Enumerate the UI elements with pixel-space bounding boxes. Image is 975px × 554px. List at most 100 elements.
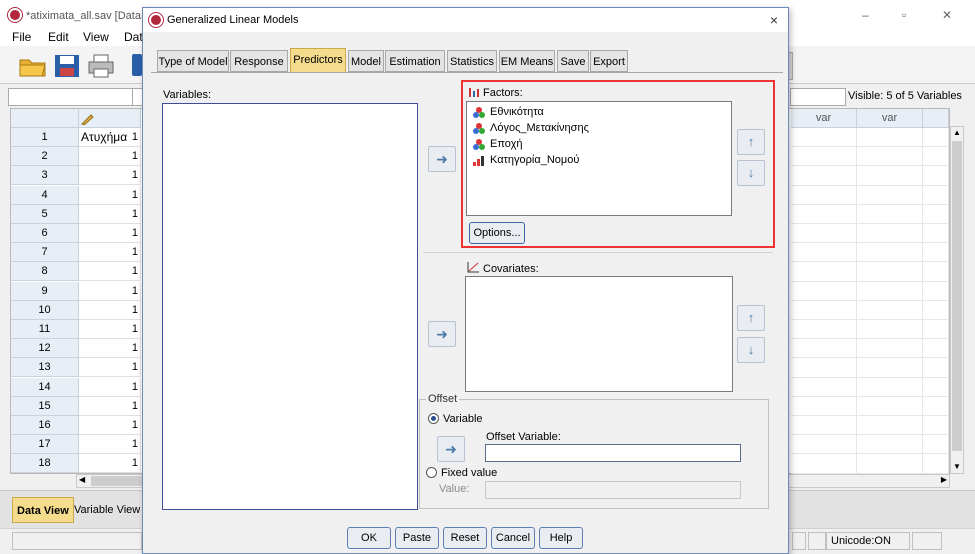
- empty-cell[interactable]: [923, 281, 949, 301]
- empty-cell[interactable]: [923, 416, 949, 436]
- covariate-move-up-button[interactable]: ↑: [737, 305, 765, 331]
- empty-cell[interactable]: [923, 204, 949, 224]
- row-header[interactable]: 3: [11, 166, 79, 186]
- row-header[interactable]: 13: [11, 358, 79, 378]
- empty-cell[interactable]: [857, 416, 923, 436]
- tab-export[interactable]: Export: [590, 50, 628, 72]
- empty-cell[interactable]: [791, 147, 857, 167]
- empty-cell[interactable]: [791, 281, 857, 301]
- empty-cell[interactable]: [923, 435, 949, 455]
- menu-file[interactable]: File: [12, 30, 31, 44]
- empty-cell[interactable]: [791, 262, 857, 282]
- data-cell[interactable]: 1: [79, 147, 141, 167]
- empty-cell[interactable]: [791, 185, 857, 205]
- tab-type-of-model[interactable]: Type of Model: [157, 50, 229, 72]
- tab-em-means[interactable]: EM Means: [499, 50, 555, 72]
- row-header[interactable]: 14: [11, 377, 79, 397]
- empty-cell[interactable]: [791, 416, 857, 436]
- empty-cell[interactable]: [791, 128, 857, 148]
- empty-cell[interactable]: [857, 243, 923, 263]
- minimize-button[interactable]: –: [862, 8, 869, 22]
- empty-cell[interactable]: [857, 147, 923, 167]
- empty-cell[interactable]: [857, 204, 923, 224]
- row-header[interactable]: 1: [11, 128, 79, 147]
- empty-cell[interactable]: [857, 377, 923, 397]
- scroll-thumb[interactable]: [91, 476, 149, 486]
- row-header[interactable]: 7: [11, 243, 79, 263]
- empty-cell[interactable]: [791, 435, 857, 455]
- empty-cell[interactable]: [791, 166, 857, 186]
- factors-list[interactable]: Εθνικότητα Λόγος_Μετακίνησης Εποχή Κατηγ…: [466, 101, 732, 216]
- data-cell[interactable]: 1: [79, 435, 141, 455]
- empty-cell[interactable]: [857, 281, 923, 301]
- empty-cell[interactable]: [791, 396, 857, 416]
- row-header[interactable]: 6: [11, 224, 79, 243]
- ok-button[interactable]: OK: [347, 527, 391, 549]
- empty-cell[interactable]: [857, 454, 923, 474]
- tab-save[interactable]: Save: [557, 50, 589, 72]
- column-header-var[interactable]: [923, 109, 949, 128]
- data-cell[interactable]: 1: [79, 128, 141, 147]
- toolbar-partial-icon[interactable]: [132, 54, 142, 76]
- row-header[interactable]: 18: [11, 454, 79, 474]
- empty-cell[interactable]: [857, 339, 923, 359]
- data-cell[interactable]: 1: [79, 454, 141, 474]
- empty-cell[interactable]: [791, 320, 857, 340]
- empty-cell[interactable]: [923, 128, 949, 148]
- data-cell[interactable]: 1: [79, 204, 141, 224]
- data-cell[interactable]: 1: [79, 416, 141, 435]
- empty-cell[interactable]: [923, 300, 949, 320]
- empty-cell[interactable]: [923, 396, 949, 416]
- cell-value-field-right[interactable]: [790, 88, 846, 106]
- offset-variable-field[interactable]: [485, 444, 741, 462]
- vertical-scrollbar[interactable]: ▲ ▼: [950, 126, 964, 474]
- empty-cell[interactable]: [857, 320, 923, 340]
- cancel-button[interactable]: Cancel: [491, 527, 535, 549]
- empty-cell[interactable]: [923, 339, 949, 359]
- data-cell[interactable]: 1: [79, 396, 141, 416]
- empty-cell[interactable]: [923, 377, 949, 397]
- row-header[interactable]: 4: [11, 185, 79, 205]
- empty-cell[interactable]: [923, 166, 949, 186]
- options-button[interactable]: Options...: [469, 222, 525, 244]
- empty-cell[interactable]: [857, 358, 923, 378]
- row-header[interactable]: 12: [11, 339, 79, 359]
- cell-reference-field[interactable]: [8, 88, 136, 106]
- empty-cell[interactable]: [791, 339, 857, 359]
- empty-cell[interactable]: [923, 243, 949, 263]
- tab-statistics[interactable]: Statistics: [447, 50, 497, 72]
- empty-cell[interactable]: [923, 147, 949, 167]
- empty-cell[interactable]: [923, 262, 949, 282]
- data-cell[interactable]: 1: [79, 243, 141, 263]
- empty-cell[interactable]: [791, 243, 857, 263]
- empty-cell[interactable]: [791, 358, 857, 378]
- row-header[interactable]: 11: [11, 320, 79, 339]
- scroll-up-icon[interactable]: ▲: [952, 128, 962, 138]
- fixed-value-radio[interactable]: [426, 467, 437, 478]
- empty-cell[interactable]: [857, 262, 923, 282]
- fixed-value-field[interactable]: [485, 481, 741, 499]
- scroll-left-icon[interactable]: ◀: [79, 475, 85, 484]
- factor-item[interactable]: Εποχή: [473, 138, 522, 150]
- variables-list[interactable]: [162, 103, 418, 510]
- data-cell[interactable]: 1: [79, 262, 141, 282]
- row-header[interactable]: 10: [11, 300, 79, 320]
- column-header-accident[interactable]: Ατυχήμα: [79, 109, 141, 144]
- empty-cell[interactable]: [857, 435, 923, 455]
- data-cell[interactable]: 1: [79, 224, 141, 243]
- factor-move-up-button[interactable]: ↑: [737, 129, 765, 155]
- menu-edit[interactable]: Edit: [48, 30, 69, 44]
- empty-cell[interactable]: [923, 454, 949, 474]
- empty-cell[interactable]: [857, 300, 923, 320]
- empty-cell[interactable]: [791, 204, 857, 224]
- move-to-offset-button[interactable]: ➜: [437, 436, 465, 462]
- row-header[interactable]: 15: [11, 396, 79, 416]
- maximize-button[interactable]: ▫: [902, 8, 906, 22]
- row-header[interactable]: 17: [11, 435, 79, 455]
- data-cell[interactable]: 1: [79, 358, 141, 378]
- empty-cell[interactable]: [857, 396, 923, 416]
- help-button[interactable]: Help: [539, 527, 583, 549]
- empty-cell[interactable]: [923, 358, 949, 378]
- paste-button[interactable]: Paste: [395, 527, 439, 549]
- reset-button[interactable]: Reset: [443, 527, 487, 549]
